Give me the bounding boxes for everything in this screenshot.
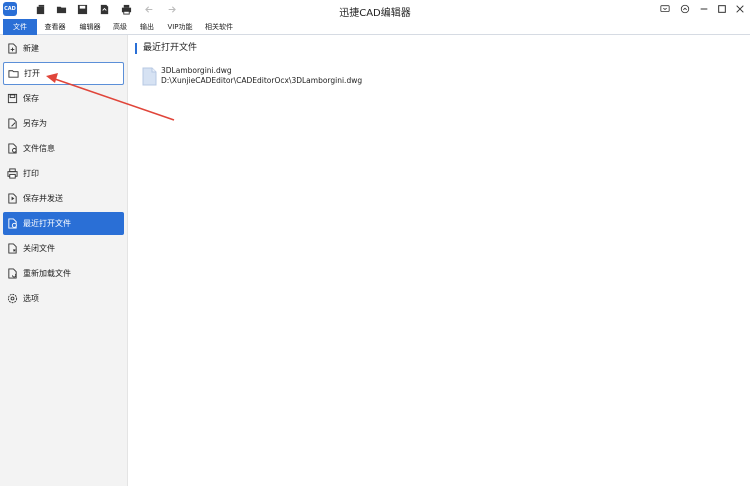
sidebar-item-label: 关闭文件: [23, 244, 55, 253]
sidebar-item-label: 保存并发送: [23, 194, 63, 203]
window-title: 迅捷CAD编辑器: [339, 8, 411, 19]
sidebar-item-label: 文件信息: [23, 144, 55, 153]
sidebar-item-label: 另存为: [23, 119, 47, 128]
menu-file[interactable]: 文件: [3, 19, 37, 35]
feedback-icon[interactable]: [658, 2, 672, 16]
dwg-file-icon: [142, 67, 157, 86]
recent-files-icon: [6, 218, 18, 230]
sidebar-item-label: 打印: [23, 169, 39, 178]
sidebar-item-save-as[interactable]: 另存为: [3, 112, 124, 135]
settings-icon[interactable]: [678, 2, 692, 16]
sidebar-item-recent-files[interactable]: 最近打开文件: [3, 212, 124, 235]
sidebar-item-label: 选项: [23, 294, 39, 303]
menu-bar: 文件 查看器 编辑器 高级 输出 VIP功能 相关软件: [0, 19, 750, 35]
print-icon: [6, 168, 18, 180]
main-panel: 最近打开文件 3DLamborgini.dwg D:\XunjieCADEdit…: [129, 35, 750, 486]
menu-vip[interactable]: VIP功能: [164, 19, 196, 35]
sidebar-item-label: 新建: [23, 44, 39, 53]
recent-file-name: 3DLamborgini.dwg: [161, 66, 232, 75]
sidebar-item-save-send[interactable]: 保存并发送: [3, 187, 124, 210]
maximize-icon[interactable]: [715, 2, 729, 16]
file-info-icon: [6, 143, 18, 155]
menu-advanced[interactable]: 高级: [110, 19, 130, 35]
menu-editor[interactable]: 编辑器: [75, 19, 105, 35]
sidebar-item-print[interactable]: 打印: [3, 162, 124, 185]
sidebar-item-save[interactable]: 保存: [3, 87, 124, 110]
close-file-icon: [6, 243, 18, 255]
menu-output[interactable]: 输出: [137, 19, 157, 35]
file-sidebar: 新建 打开 保存 另存为 文件信息 打印 保存并发送 最近打开文件 关闭文件 重…: [0, 35, 128, 486]
sidebar-item-options[interactable]: 选项: [3, 287, 124, 310]
sidebar-item-label: 打开: [24, 69, 40, 78]
sidebar-item-close-file[interactable]: 关闭文件: [3, 237, 124, 260]
save-send-icon: [6, 193, 18, 205]
sidebar-item-open[interactable]: 打开: [3, 62, 124, 85]
close-icon[interactable]: [733, 2, 747, 16]
options-gear-icon: [6, 293, 18, 305]
section-title: 最近打开文件: [135, 43, 197, 54]
title-bar: CAD 迅捷CAD编辑器: [0, 0, 750, 19]
sidebar-item-label: 最近打开文件: [23, 219, 71, 228]
sidebar-item-file-info[interactable]: 文件信息: [3, 137, 124, 160]
sidebar-item-reload-file[interactable]: 重新加载文件: [3, 262, 124, 285]
reload-file-icon: [6, 268, 18, 280]
save-as-icon: [6, 118, 18, 130]
recent-file-path: D:\XunjieCADEditor\CADEditorOcx\3DLambor…: [161, 76, 363, 85]
sidebar-item-label: 保存: [23, 94, 39, 103]
minimize-icon[interactable]: [697, 2, 711, 16]
save-icon: [6, 93, 18, 105]
sidebar-item-label: 重新加载文件: [23, 269, 71, 278]
menu-viewer[interactable]: 查看器: [40, 19, 70, 35]
sidebar-item-new[interactable]: 新建: [3, 37, 124, 60]
open-folder-icon: [7, 68, 19, 80]
recent-file-item[interactable]: 3DLamborgini.dwg D:\XunjieCADEditor\CADE…: [142, 65, 402, 89]
new-document-icon: [6, 43, 18, 55]
menu-related-software[interactable]: 相关软件: [202, 19, 236, 35]
